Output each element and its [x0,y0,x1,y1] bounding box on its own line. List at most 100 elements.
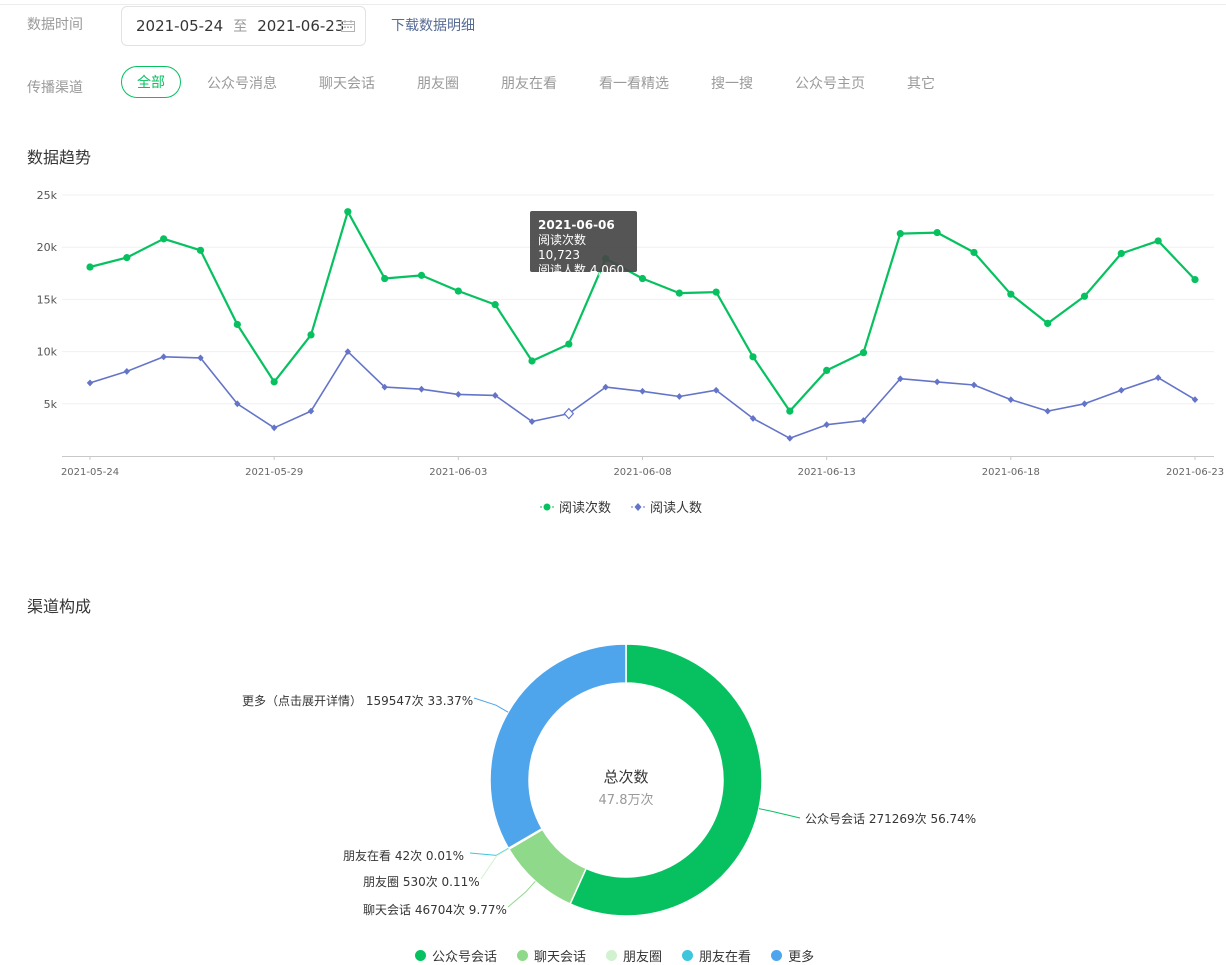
pie-legend-item[interactable]: 朋友圈 [606,946,662,965]
pie-slice [507,827,544,851]
pie-label-more: 更多（点击展开详情） 159547次 33.37% [242,694,474,708]
data-point [123,368,131,375]
pie-label-chat: 聊天会话 46704次 9.77% [363,903,507,917]
data-point [859,349,868,357]
data-point [454,287,462,295]
legend-dot-icon [415,950,426,961]
data-point [528,357,536,365]
pie-leader-line [507,880,536,908]
data-point [823,366,831,374]
data-point [1154,237,1162,245]
pie-legend-item[interactable]: 公众号会话 [415,946,497,965]
data-point [970,248,978,257]
pie-legend-item[interactable]: 聊天会话 [517,946,586,965]
trend-legend: 阅读次数 阅读人数 [540,497,722,516]
data-point [786,407,794,415]
legend-dot-icon [606,950,618,961]
legend-label: 公众号会话 [432,950,498,965]
data-point [639,387,646,395]
y-tick-label: 10k [37,346,58,359]
pie-slice [489,643,627,850]
pie-legend-item[interactable]: 朋友在看 [682,946,751,965]
legend-label: 聊天会话 [534,950,587,965]
pie-leader-line [469,847,509,856]
data-point [86,379,94,387]
legend-item-reads[interactable]: 阅读次数 [540,497,611,516]
data-point [1080,292,1089,300]
data-point [565,340,573,348]
legend-label: 朋友在看 [699,950,752,965]
data-point [1007,290,1015,298]
x-tick-label: 2021-05-29 [245,467,303,478]
legend-label: 朋友圈 [623,950,663,965]
pie-label-moments: 朋友圈 530次 0.11% [363,875,480,889]
x-tick-label: 2021-06-23 [1166,467,1224,478]
data-point [1081,400,1088,408]
pie-legend-item[interactable]: 更多 [771,946,814,965]
legend-dot-icon [771,950,783,961]
x-tick-label: 2021-05-24 [61,467,119,478]
pie-leader-line [480,848,509,880]
data-point [123,254,131,262]
data-point [1007,396,1015,404]
data-point [749,353,757,361]
data-point [381,274,389,283]
legend-dot-icon [682,950,694,961]
chart-tooltip: 2021-06-06 阅读次数 10,723 阅读人数 4,060 [530,211,637,277]
data-point [1044,407,1051,415]
data-point [970,381,978,389]
data-point [417,271,426,279]
data-point [491,301,499,309]
data-point [933,228,941,237]
data-point [676,393,683,400]
pie-slice [507,828,588,905]
tooltip-date: 2021-06-06 [538,218,615,232]
legend-label: 更多 [788,950,815,965]
data-point [270,378,278,386]
x-tick-label: 2021-06-03 [429,467,487,478]
data-point [196,246,205,254]
data-point [786,434,794,442]
data-point [160,353,167,361]
tooltip-readers: 阅读人数 4,060 [538,263,625,277]
data-point [1117,249,1125,258]
data-point [160,235,168,243]
pie-slice [507,827,544,850]
legend-dot-icon [517,950,529,961]
data-point [455,391,462,398]
x-tick-label: 2021-06-18 [982,467,1040,478]
data-point [307,331,315,339]
series-line [89,210,1196,413]
pie-label-friends-watching: 朋友在看 42次 0.01% [343,849,465,863]
legend-item-readers[interactable]: 阅读人数 [631,497,702,516]
data-point [418,385,425,393]
donut-center-value: 47.8万次 [598,793,654,808]
pie-leader-line [758,808,801,819]
data-point [1191,396,1199,404]
legend-circle-icon [540,503,554,510]
data-point [344,208,352,216]
data-point [86,263,94,271]
legend-label: 阅读次数 [559,501,612,516]
data-point [1154,374,1162,382]
data-point [712,288,720,296]
pie-leader-line [473,697,509,713]
legend-diamond-icon [631,502,646,511]
data-point [933,378,941,386]
x-tick-label: 2021-06-08 [613,467,671,478]
data-point [675,289,683,297]
hover-point [563,407,575,420]
data-point [823,421,830,429]
data-point [233,320,241,329]
series-line [89,350,1196,440]
pie-legend: 公众号会话 聊天会话 朋友圈 朋友在看 更多 [415,946,834,965]
channel-title: 渠道构成 [27,597,92,616]
y-tick-label: 20k [37,241,58,254]
data-point [1191,275,1199,284]
data-point [1118,386,1125,394]
data-point [638,274,647,283]
data-point [1044,319,1052,328]
x-tick-label: 2021-06-13 [798,467,856,478]
legend-label: 阅读人数 [650,501,703,516]
pie-label-official: 公众号会话 271269次 56.74% [805,812,977,826]
